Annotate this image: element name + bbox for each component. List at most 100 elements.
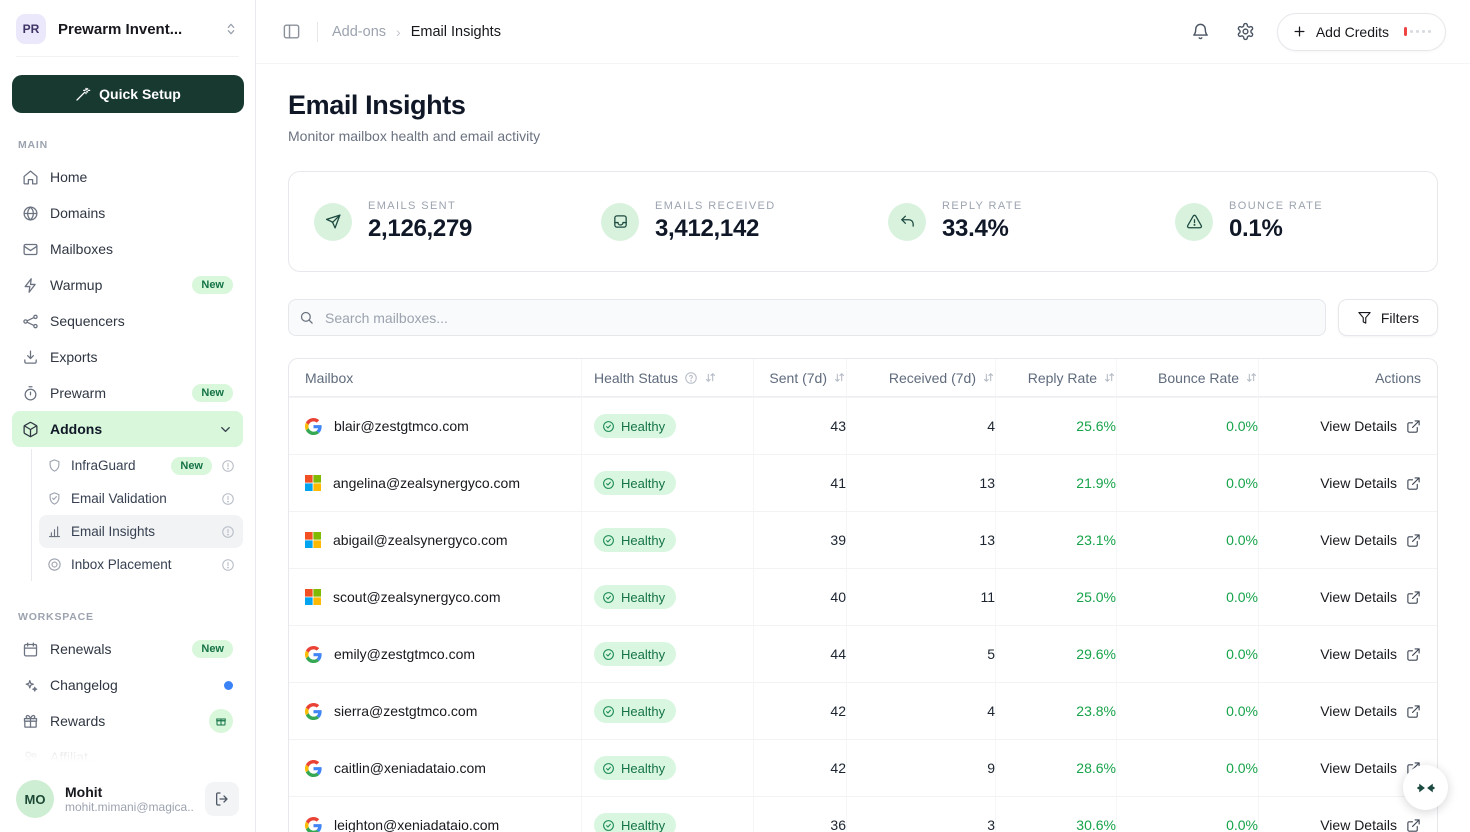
send-icon xyxy=(314,203,352,241)
status-badge: Healthy xyxy=(594,642,676,666)
sidebar-item-prewarm[interactable]: Prewarm New xyxy=(12,375,243,411)
sort-icon[interactable] xyxy=(1103,371,1116,384)
sidebar-item-inbox-placement[interactable]: Inbox Placement xyxy=(39,548,243,581)
notifications-button[interactable] xyxy=(1187,18,1214,45)
sort-icon[interactable] xyxy=(833,371,846,384)
breadcrumb-parent[interactable]: Add-ons xyxy=(332,24,386,40)
column-sent[interactable]: Sent (7d) xyxy=(753,359,846,396)
external-link-icon xyxy=(1406,533,1421,548)
sidebar-item-changelog[interactable]: Changelog xyxy=(12,667,243,703)
info-icon[interactable] xyxy=(221,558,235,572)
bounce-rate-value: 0.0% xyxy=(1116,797,1258,832)
status-badge: Healthy xyxy=(594,585,676,609)
external-link-icon xyxy=(1406,647,1421,662)
home-icon xyxy=(22,169,39,186)
sort-icon[interactable] xyxy=(704,371,717,384)
sent-value: 44 xyxy=(753,626,846,682)
microsoft-icon xyxy=(305,532,321,548)
credits-meter xyxy=(1404,27,1431,36)
plus-icon xyxy=(1292,24,1307,39)
info-icon[interactable] xyxy=(221,525,235,539)
sidebar-item-label: Inbox Placement xyxy=(71,557,212,572)
external-link-icon xyxy=(1406,818,1421,832)
quick-setup-button[interactable]: Quick Setup xyxy=(12,75,244,113)
column-reply-rate[interactable]: Reply Rate xyxy=(995,359,1116,396)
sort-icon[interactable] xyxy=(1245,371,1258,384)
users-icon xyxy=(22,749,39,766)
stat-value: 3,412,142 xyxy=(655,215,776,243)
sidebar-item-domains[interactable]: Domains xyxy=(12,195,243,231)
view-details-link[interactable]: View Details xyxy=(1320,418,1421,434)
stat-label: EMAILS SENT xyxy=(368,200,472,212)
filters-button[interactable]: Filters xyxy=(1338,299,1438,336)
panel-left-icon xyxy=(282,22,301,41)
workspace-switcher[interactable]: PR Prewarm Invent... xyxy=(0,0,255,56)
stat-label: REPLY RATE xyxy=(942,200,1023,212)
view-details-link[interactable]: View Details xyxy=(1320,475,1421,491)
sidebar-item-renewals[interactable]: Renewals New xyxy=(12,631,243,667)
received-value: 4 xyxy=(846,683,995,739)
sidebar-item-label: Exports xyxy=(50,349,233,365)
sidebar-item-label: Mailboxes xyxy=(50,241,233,257)
mailboxes-table: Mailbox Health Status Sent (7d) Received… xyxy=(288,358,1438,832)
received-value: 3 xyxy=(846,797,995,832)
sidebar-item-sequencers[interactable]: Sequencers xyxy=(12,303,243,339)
sidebar-item-warmup[interactable]: Warmup New xyxy=(12,267,243,303)
timer-icon xyxy=(22,385,39,402)
sidebar-item-mailboxes[interactable]: Mailboxes xyxy=(12,231,243,267)
page-title: Email Insights xyxy=(288,90,1438,121)
sidebar-item-addons[interactable]: Addons xyxy=(12,411,243,447)
view-details-link[interactable]: View Details xyxy=(1320,646,1421,662)
column-health-status[interactable]: Health Status xyxy=(581,359,753,396)
search-icon xyxy=(299,310,314,325)
inbox-icon xyxy=(601,203,639,241)
sidebar-item-label: Sequencers xyxy=(50,313,233,329)
sidebar-toggle-button[interactable] xyxy=(276,16,307,47)
table-row: angelina@zealsynergyco.com Healthy 41 13… xyxy=(289,454,1437,511)
sent-value: 40 xyxy=(753,569,846,625)
received-value: 11 xyxy=(846,569,995,625)
sidebar-item-email-insights[interactable]: Email Insights xyxy=(39,515,243,548)
google-icon xyxy=(305,646,322,663)
view-details-link[interactable]: View Details xyxy=(1320,532,1421,548)
sidebar-item-home[interactable]: Home xyxy=(12,159,243,195)
user-name: Mohit xyxy=(65,784,194,800)
mailbox-email: leighton@xeniadataio.com xyxy=(334,817,499,832)
view-details-link[interactable]: View Details xyxy=(1320,760,1421,776)
sidebar-item-rewards[interactable]: Rewards xyxy=(12,703,243,739)
info-icon[interactable] xyxy=(221,492,235,506)
column-mailbox[interactable]: Mailbox xyxy=(289,359,581,396)
reply-rate-value: 29.6% xyxy=(995,626,1116,682)
info-icon[interactable] xyxy=(221,459,235,473)
shield-icon xyxy=(47,458,62,473)
received-value: 13 xyxy=(846,512,995,568)
mailbox-email: abigail@zealsynergyco.com xyxy=(333,532,508,548)
logout-button[interactable] xyxy=(205,782,239,816)
sidebar-item-exports[interactable]: Exports xyxy=(12,339,243,375)
sort-icon[interactable] xyxy=(982,371,995,384)
mailbox-email: angelina@zealsynergyco.com xyxy=(333,475,520,491)
stat-value: 0.1% xyxy=(1229,215,1323,243)
table-row: abigail@zealsynergyco.com Healthy 39 13 … xyxy=(289,511,1437,568)
stats-card: EMAILS SENT 2,126,279 EMAILS RECEIVED 3,… xyxy=(288,171,1438,272)
sidebar-item-infraguard[interactable]: InfraGuard New xyxy=(39,449,243,482)
bounce-rate-value: 0.0% xyxy=(1116,512,1258,568)
view-details-link[interactable]: View Details xyxy=(1320,817,1421,832)
view-details-link[interactable]: View Details xyxy=(1320,703,1421,719)
assistant-widget-button[interactable] xyxy=(1403,765,1448,810)
settings-button[interactable] xyxy=(1232,18,1259,45)
view-details-link[interactable]: View Details xyxy=(1320,589,1421,605)
check-circle-icon xyxy=(602,648,615,661)
sparkles-icon xyxy=(22,677,39,694)
add-credits-button[interactable]: Add Credits xyxy=(1277,13,1446,51)
column-bounce-rate[interactable]: Bounce Rate xyxy=(1116,359,1258,396)
addons-sub-list: InfraGuard New Email Validation Email In… xyxy=(31,449,243,581)
sidebar-item-label: Rewards xyxy=(50,713,198,729)
sidebar-item-email-validation[interactable]: Email Validation xyxy=(39,482,243,515)
column-received[interactable]: Received (7d) xyxy=(846,359,995,396)
help-circle-icon[interactable] xyxy=(684,371,698,385)
stat-label: EMAILS RECEIVED xyxy=(655,200,776,212)
table-row: sierra@zestgtmco.com Healthy 42 4 23.8% … xyxy=(289,682,1437,739)
search-input[interactable] xyxy=(288,299,1326,336)
download-icon xyxy=(22,349,39,366)
